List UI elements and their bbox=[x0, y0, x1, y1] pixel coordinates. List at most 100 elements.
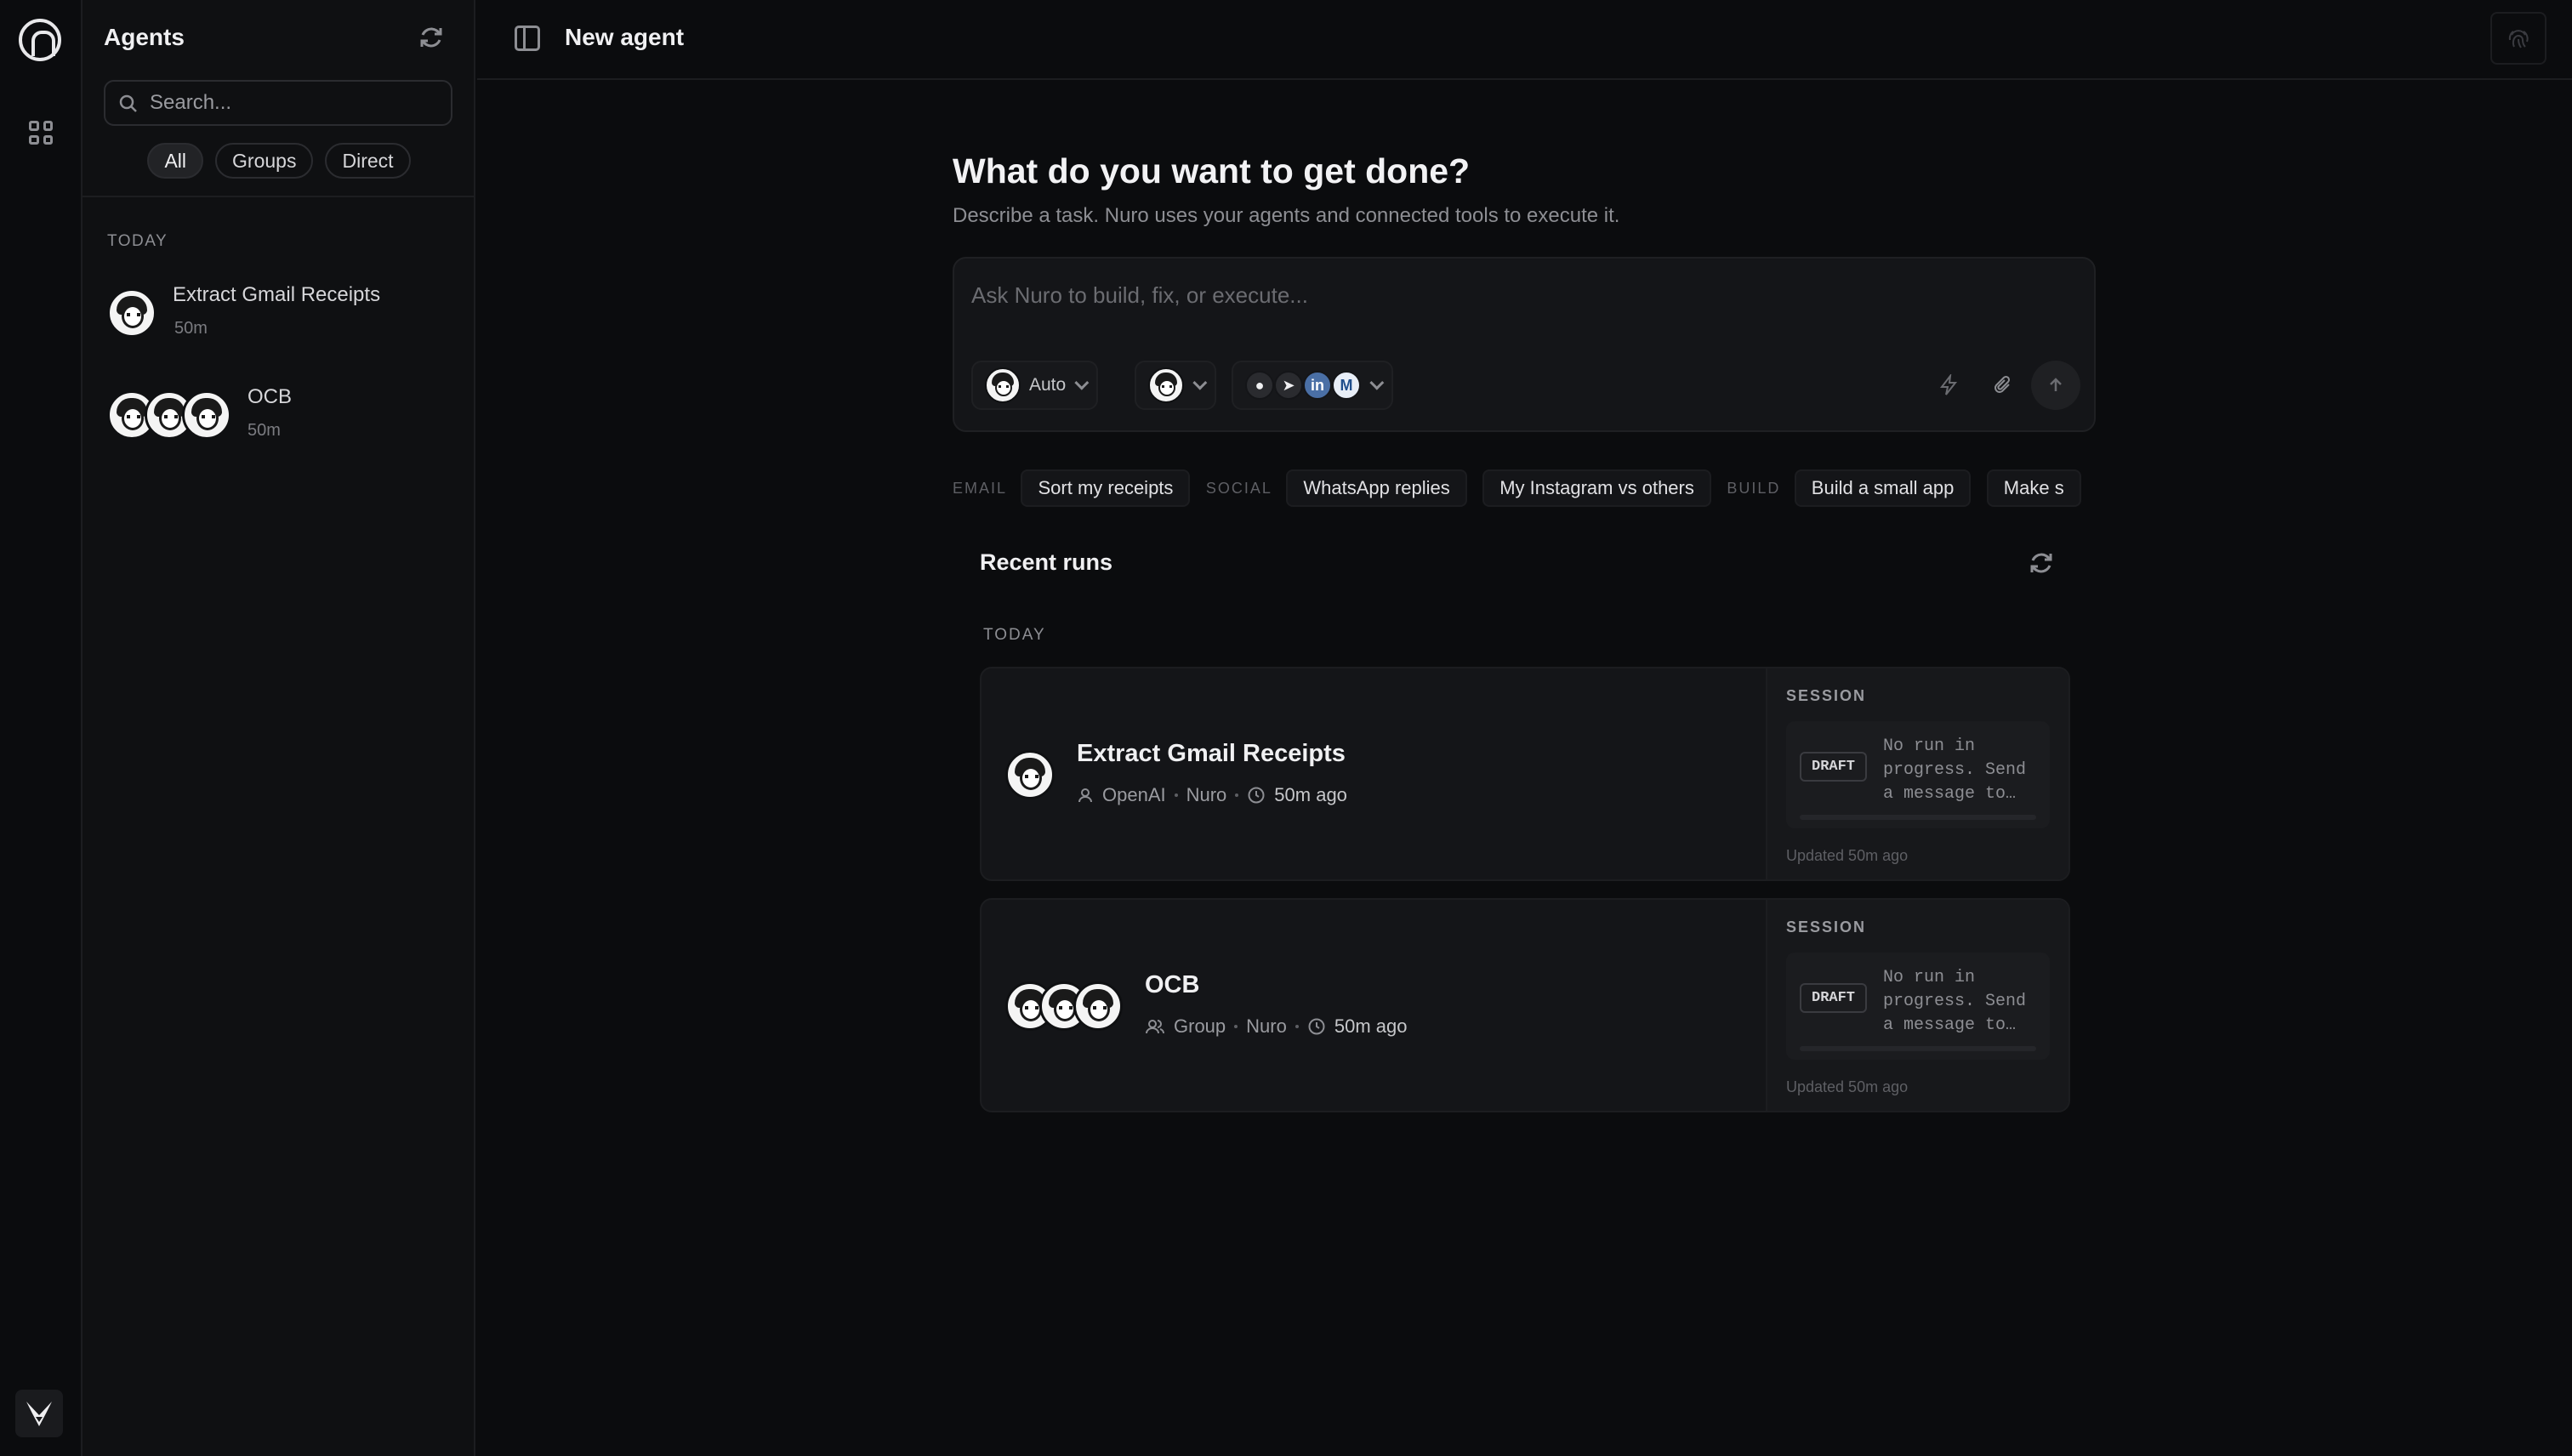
prompt-input[interactable] bbox=[971, 282, 2077, 333]
attach-button[interactable] bbox=[1978, 361, 2028, 410]
github-icon: ● bbox=[1245, 371, 1274, 400]
agents-sidebar: Agents All Groups Direct TODAY Extract G… bbox=[83, 0, 475, 1456]
gmail-icon: M bbox=[1332, 371, 1361, 400]
page-title: New agent bbox=[565, 24, 685, 50]
telegram-icon: ➤ bbox=[1274, 371, 1303, 400]
run-meta: OpenAI Nuro 50m ago bbox=[1077, 784, 1347, 806]
category-email: EMAIL bbox=[953, 479, 1008, 497]
recent-runs-title: Recent runs bbox=[980, 549, 1113, 575]
run-card-main: OCB Group Nuro 50m ago bbox=[982, 900, 1766, 1111]
run-agent: Nuro bbox=[1186, 784, 1227, 805]
chevron-down-icon bbox=[1369, 375, 1385, 390]
suggestion-strip: EMAIL Sort my receipts SOCIAL WhatsApp r… bbox=[953, 469, 2104, 507]
lightning-icon bbox=[1939, 374, 1958, 395]
agent-selector[interactable] bbox=[1135, 361, 1216, 410]
category-build: BUILD bbox=[1727, 479, 1781, 497]
session-label: SESSION bbox=[1786, 919, 1867, 936]
session-preview: DRAFT No run in progress. Send a message… bbox=[1786, 721, 2050, 828]
sidebar-divider bbox=[83, 196, 475, 197]
filter-chips: All Groups Direct bbox=[83, 143, 475, 179]
sidebar-item-name: OCB bbox=[248, 385, 293, 408]
clock-icon bbox=[1248, 787, 1265, 804]
top-bar: New agent bbox=[477, 0, 2572, 80]
run-agent: Nuro bbox=[1246, 1015, 1287, 1037]
run-owner: Group bbox=[1174, 1015, 1226, 1037]
run-time: 50m ago bbox=[1334, 1015, 1408, 1037]
agent-avatar bbox=[1073, 981, 1123, 1031]
session-progress-bar bbox=[1800, 815, 2036, 820]
clock-icon bbox=[1308, 1018, 1325, 1035]
suggestion-sort-receipts[interactable]: Sort my receipts bbox=[1021, 469, 1191, 507]
suggestion-build-app[interactable]: Build a small app bbox=[1794, 469, 1972, 507]
agent-avatar bbox=[1148, 367, 1184, 403]
sidebar-title: Agents bbox=[104, 24, 185, 50]
run-title: Extract Gmail Receipts bbox=[1077, 740, 1346, 767]
filter-all[interactable]: All bbox=[147, 143, 204, 179]
app-rail bbox=[0, 0, 83, 1456]
model-selector[interactable]: Auto bbox=[971, 361, 1099, 410]
suggestion-make[interactable]: Make s bbox=[1986, 469, 2081, 507]
sidebar-item-ocb[interactable]: OCB 50m bbox=[107, 378, 456, 455]
run-meta: Group Nuro 50m ago bbox=[1145, 1015, 1407, 1038]
separator-dot bbox=[1234, 1025, 1238, 1028]
run-owner: OpenAI bbox=[1102, 784, 1166, 805]
fox-logo-icon bbox=[26, 1402, 52, 1426]
agent-avatar bbox=[182, 390, 231, 440]
run-card-extract-gmail-receipts[interactable]: Extract Gmail Receipts OpenAI Nuro 50m a… bbox=[980, 667, 2070, 881]
sidebar-section-today: TODAY bbox=[107, 232, 168, 250]
grid-icon[interactable] bbox=[29, 121, 53, 145]
session-message: No run in progress. Send a message to… bbox=[1883, 968, 2027, 1035]
run-title: OCB bbox=[1145, 971, 1200, 998]
model-avatar bbox=[985, 367, 1021, 403]
tools-selector[interactable]: ● ➤ in M bbox=[1232, 361, 1393, 410]
nuro-logo-icon[interactable] bbox=[19, 19, 61, 61]
fingerprint-icon bbox=[2508, 30, 2529, 48]
status-badge: DRAFT bbox=[1800, 983, 1868, 1013]
session-panel: SESSION DRAFT No run in progress. Send a… bbox=[1766, 900, 2068, 1111]
separator-dot bbox=[1235, 793, 1239, 797]
runs-section-today: TODAY bbox=[983, 626, 1046, 644]
refresh-icon[interactable] bbox=[418, 24, 445, 51]
filter-groups[interactable]: Groups bbox=[215, 143, 314, 179]
chevron-down-icon bbox=[1074, 375, 1090, 390]
agent-avatar bbox=[107, 288, 156, 338]
search-input[interactable] bbox=[150, 88, 439, 117]
lightning-button[interactable] bbox=[1924, 361, 1973, 410]
sidebar-toggle-icon[interactable] bbox=[515, 26, 540, 51]
separator-dot bbox=[1295, 1025, 1299, 1028]
session-panel: SESSION DRAFT No run in progress. Send a… bbox=[1766, 668, 2068, 879]
updated-timestamp: Updated 50m ago bbox=[1786, 847, 1909, 864]
send-button[interactable] bbox=[2031, 361, 2080, 410]
category-social: SOCIAL bbox=[1205, 479, 1272, 497]
suggestion-whatsapp-replies[interactable]: WhatsApp replies bbox=[1286, 469, 1467, 507]
fingerprint-button[interactable] bbox=[2490, 12, 2546, 65]
sidebar-item-time: 50m bbox=[248, 421, 281, 440]
agent-avatar bbox=[1005, 750, 1055, 799]
sidebar-item-time: 50m bbox=[174, 319, 208, 338]
session-progress-bar bbox=[1800, 1046, 2036, 1051]
search-box bbox=[104, 80, 452, 126]
group-icon bbox=[1146, 1020, 1164, 1034]
sidebar-item-extract-gmail-receipts[interactable]: Extract Gmail Receipts 50m bbox=[107, 276, 456, 353]
model-label: Auto bbox=[1029, 375, 1067, 395]
updated-timestamp: Updated 50m ago bbox=[1786, 1078, 1909, 1095]
user-icon bbox=[1078, 788, 1092, 803]
suggestion-instagram-compare[interactable]: My Instagram vs others bbox=[1482, 469, 1711, 507]
prompt-composer: Auto ● ➤ in M bbox=[953, 257, 2096, 432]
run-card-ocb[interactable]: OCB Group Nuro 50m ago SESSION DRAFT No … bbox=[980, 898, 2070, 1112]
user-menu-button[interactable] bbox=[15, 1390, 63, 1437]
filter-direct[interactable]: Direct bbox=[325, 143, 411, 179]
refresh-icon[interactable] bbox=[2028, 549, 2055, 577]
hero-subtitle: Describe a task. Nuro uses your agents a… bbox=[953, 204, 1620, 227]
sidebar-item-name: Extract Gmail Receipts bbox=[173, 283, 381, 306]
arrow-up-icon bbox=[2050, 378, 2062, 391]
linkedin-icon: in bbox=[1303, 371, 1332, 400]
hero-title: What do you want to get done? bbox=[953, 151, 1471, 191]
chevron-down-icon bbox=[1192, 375, 1208, 390]
session-label: SESSION bbox=[1786, 687, 1867, 704]
run-card-main: Extract Gmail Receipts OpenAI Nuro 50m a… bbox=[982, 668, 1766, 879]
session-preview: DRAFT No run in progress. Send a message… bbox=[1786, 953, 2050, 1060]
search-icon bbox=[119, 94, 137, 112]
separator-dot bbox=[1174, 793, 1178, 797]
status-badge: DRAFT bbox=[1800, 752, 1868, 782]
